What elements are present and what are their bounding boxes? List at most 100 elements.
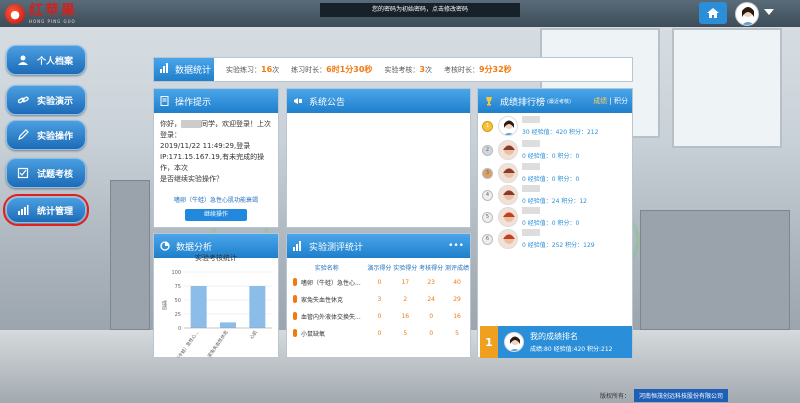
statistics-header: 数据统计: [154, 58, 214, 81]
cell: 3: [377, 296, 382, 303]
redacted-name: [522, 140, 540, 147]
my-rank-card: 1 我的成绩排名 成绩:80 经验值:420 积分:212: [480, 326, 632, 358]
experiment-name: 家兔失血性休克: [287, 291, 366, 308]
footer: 版权所有： 河南恒茂创远科技股份有限公司: [600, 389, 729, 402]
experiment-name: 小鼠缺氧: [287, 325, 366, 342]
cell: 0: [377, 330, 382, 337]
chevron-down-icon[interactable]: [764, 9, 774, 15]
avatar: [498, 229, 518, 249]
table-row[interactable]: 家兔失血性休克 3 2 24 29: [287, 291, 470, 308]
cell: 5: [403, 330, 408, 337]
column-header: 考核得分: [419, 265, 444, 272]
exam-chart: 100 75 50 25 0 成绩嗜卵（牛蛙）急性心... 家兔失血性休克 心肌: [161, 270, 272, 358]
panel-title: 实验测评统计: [309, 242, 364, 253]
cell: 24: [427, 296, 435, 303]
cell: 0: [429, 330, 434, 337]
rank-number-icon: 6: [482, 233, 493, 245]
cell: 40: [453, 279, 461, 286]
panel-subtitle: (最近考核): [547, 98, 571, 105]
cell: 5: [455, 330, 459, 337]
y-tick-label: 100: [171, 270, 181, 276]
practice-time: 练习时长：6时1分30秒: [291, 65, 373, 74]
ranking-row: 2 0 经验值：0 积分：0: [482, 139, 632, 161]
redacted-name: [522, 229, 540, 236]
tab-score[interactable]: 成绩: [593, 97, 607, 105]
cell: 16: [453, 313, 461, 320]
tab-points[interactable]: 积分: [614, 97, 628, 105]
table-row[interactable]: 嗜卵（牛蛙）急性心... 0 17 23 40: [287, 274, 470, 291]
panel-title: 操作提示: [175, 97, 212, 108]
rank-stats: 0 经验值：24 积分：12: [522, 198, 587, 205]
bar: [220, 322, 236, 328]
trophy-icon: [484, 96, 494, 106]
redacted-username: [181, 120, 201, 128]
password-notice[interactable]: 您的密码为初始密码，点击修改密码: [320, 3, 520, 17]
sidebar-item-label: 实验操作: [37, 131, 74, 142]
pencil-icon: [17, 129, 29, 141]
ranking-row: 6 0 经验值：252 积分：129: [482, 228, 632, 250]
exam-count: 实验考核：3次: [384, 64, 432, 74]
x-tick-label: 嗜卵（牛蛙）急性心...: [169, 329, 200, 358]
table-row[interactable]: 血管内外液体交换失... 0 16 0 16: [287, 308, 470, 325]
sidebar-item-profile[interactable]: 个人档案: [6, 45, 86, 75]
home-button[interactable]: [699, 2, 727, 24]
home-icon: [707, 8, 719, 18]
background-cabinet: [640, 210, 790, 330]
cell: 16: [401, 313, 410, 320]
sidebar-item-label: 试题考核: [37, 169, 74, 180]
table-header-row: 实验名称 演示得分 实验得分 考核得分 测评成绩: [287, 261, 470, 274]
more-button[interactable]: •••: [448, 241, 464, 251]
my-rank-stats: 成绩:80 经验值:420 积分:212: [530, 346, 613, 353]
megaphone-icon: [293, 96, 303, 106]
avatar-image: [741, 7, 755, 25]
background-window: [672, 28, 782, 148]
ranking-row: 4 0 经验值：24 积分：12: [482, 184, 632, 206]
my-rank-number: 1: [480, 326, 498, 358]
panel-title: 系统公告: [309, 97, 346, 108]
experiment-link[interactable]: 嗜卵（牛蛙）急性心肌功能衰竭: [160, 195, 272, 206]
cell: 0: [377, 313, 382, 320]
panel-title: 数据分析: [176, 242, 213, 253]
rank-stats: 0 经验值：0 积分：0: [522, 176, 580, 183]
x-tick-label: 心肌: [248, 329, 259, 341]
document-icon: [160, 96, 169, 106]
copyright-label: 版权所有：: [600, 393, 631, 400]
sidebar-item-statistics[interactable]: 统计管理: [3, 194, 89, 226]
sidebar-item-label: 实验演示: [37, 96, 74, 107]
column-header: 实验得分: [393, 265, 418, 272]
cell: 17: [401, 279, 410, 286]
app-logo[interactable]: ● 红苹果 HONG PING GUO: [5, 2, 77, 26]
logo-text: 红苹果 HONG PING GUO: [29, 3, 77, 25]
redacted-name: [522, 185, 540, 192]
sidebar-item-operation[interactable]: 实验操作: [6, 120, 86, 150]
table-row[interactable]: 小鼠缺氧 0 5 0 5: [287, 325, 470, 342]
bar-chart-icon: [160, 63, 170, 76]
logo-title: 红苹果: [29, 3, 77, 19]
tips-greeting: 你好， 同学，欢迎登录！上次登录：: [160, 120, 271, 139]
logo-subtitle: HONG PING GUO: [29, 19, 76, 24]
avatar: [504, 332, 524, 352]
rank-stats: 0 经验值：252 积分：129: [522, 242, 595, 249]
rank-stats: 30 经验值：420 积分：212: [522, 129, 599, 136]
avatar: [498, 116, 518, 136]
experiment-name: 嗜卵（牛蛙）急性心...: [287, 274, 366, 291]
bar-chart-icon: [293, 241, 303, 251]
column-header: 实验名称: [314, 265, 339, 272]
y-tick-label: 50: [175, 298, 181, 304]
panel-title: 成绩排行榜: [500, 97, 546, 108]
experiment-table: 实验名称 演示得分 实验得分 考核得分 测评成绩 嗜卵（牛蛙）急性心... 0 …: [287, 261, 470, 342]
pie-chart-icon: [160, 241, 170, 251]
rank-number-icon: 5: [482, 211, 493, 223]
tips-last-login: 2019/11/22 11:49:29,登录: [160, 142, 251, 150]
continue-button[interactable]: 继续操作: [185, 209, 247, 221]
ranking-row: 1 30 经验值：420 积分：212: [482, 115, 632, 137]
bar: [249, 286, 266, 328]
sidebar-item-demo[interactable]: 实验演示: [6, 85, 86, 115]
tips-body: 你好， 同学，欢迎登录！上次登录： 2019/11/22 11:49:29,登录 …: [154, 113, 278, 227]
sidebar-item-exam[interactable]: 试题考核: [6, 158, 86, 188]
user-avatar[interactable]: [735, 2, 759, 26]
y-tick-label: 0: [178, 326, 181, 332]
tips-ip: IP:171.15.167.19,有未完成的操作，本次: [160, 153, 265, 172]
operation-tips-panel: 操作提示 你好， 同学，欢迎登录！上次登录： 2019/11/22 11:49:2…: [153, 88, 279, 228]
column-header: 演示得分: [367, 265, 392, 272]
